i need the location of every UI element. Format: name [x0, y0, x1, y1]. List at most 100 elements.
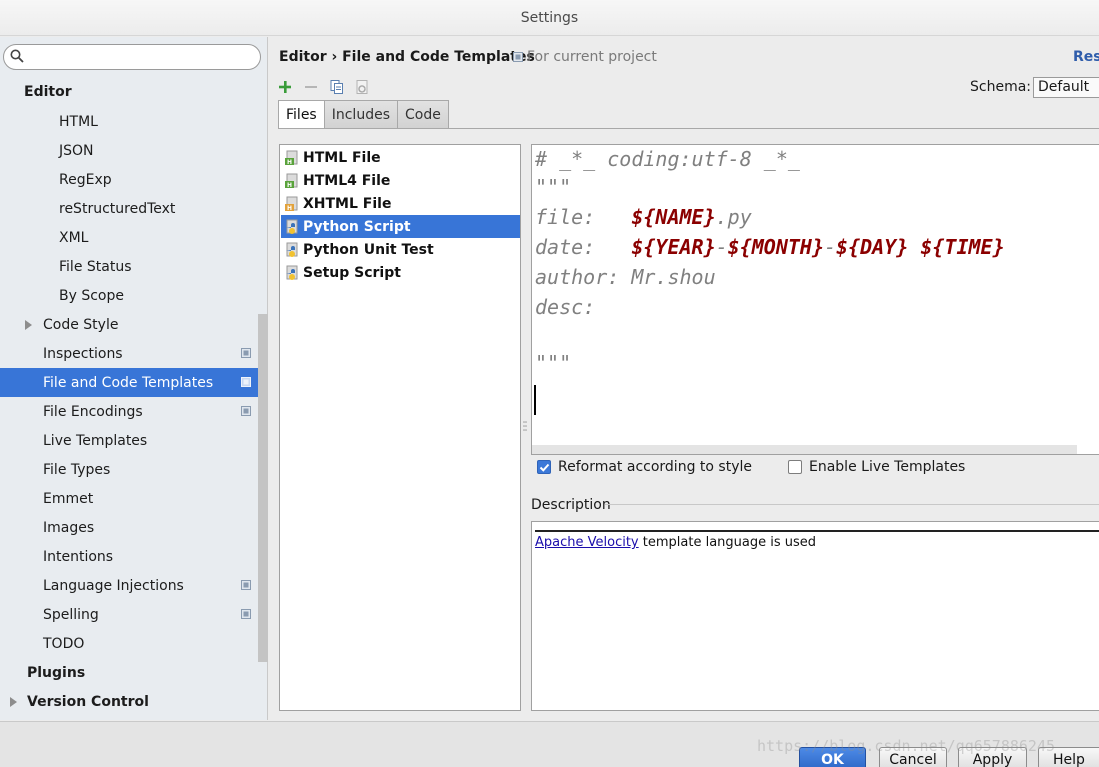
tree-item-file-status[interactable]: File Status — [0, 252, 268, 281]
template-item-setup-script[interactable]: Setup Script — [281, 261, 520, 284]
template-item-python-script[interactable]: Python Script — [281, 215, 520, 238]
live-templates-option[interactable]: Enable Live Templates — [788, 459, 965, 475]
scope-label: For current project — [527, 49, 657, 65]
project-scope-icon — [513, 52, 523, 62]
remove-template-button[interactable] — [301, 77, 321, 97]
tab-includes[interactable]: Includes — [323, 100, 398, 129]
code-text: - — [824, 235, 837, 259]
template-item-html4-file[interactable]: H HTML4 File — [281, 169, 520, 192]
tree-item-editor[interactable]: Editor — [0, 77, 268, 106]
tree-item-label: File Encodings — [43, 403, 143, 420]
tree-item-emmet[interactable]: Emmet — [0, 484, 268, 513]
tree-item-file-and-code-templates[interactable]: File and Code Templates — [0, 368, 268, 397]
python-file-icon — [286, 219, 298, 234]
code-line: file: ${NAME}.py — [535, 205, 752, 229]
search-icon — [10, 49, 24, 63]
tree-item-by-scope[interactable]: By Scope — [0, 281, 268, 310]
tree-item-language-injections[interactable]: Language Injections — [0, 571, 268, 600]
template-item-label: HTML File — [303, 149, 381, 166]
tree-item-images[interactable]: Images — [0, 513, 268, 542]
tree-item-spelling[interactable]: Spelling — [0, 600, 268, 629]
schema-select[interactable]: Default — [1033, 77, 1099, 98]
copy-template-button[interactable] — [327, 77, 347, 97]
live-templates-checkbox[interactable] — [788, 460, 802, 474]
reformat-option[interactable]: Reformat according to style — [537, 459, 752, 475]
svg-text:H: H — [287, 205, 292, 212]
scope-indicator: For current project — [513, 49, 657, 65]
project-scope-icon — [241, 609, 251, 619]
tree-item-json[interactable]: JSON — [0, 136, 268, 165]
tab-divider — [278, 128, 1099, 129]
templates-toolbar — [275, 77, 373, 97]
settings-sidebar: Editor HTML JSON RegExp reStructuredText… — [0, 37, 268, 720]
schema-label: Schema: — [970, 79, 1032, 95]
tree-item-label: Spelling — [43, 606, 99, 623]
template-item-html-file[interactable]: H HTML File — [281, 146, 520, 169]
reformat-label: Reformat according to style — [558, 459, 752, 475]
add-template-button[interactable] — [275, 77, 295, 97]
xhtml-file-icon: H — [285, 196, 298, 212]
tree-item-plugins[interactable]: Plugins — [0, 658, 268, 687]
template-list: H HTML File H HTML4 File H XHTML File Py… — [279, 144, 521, 711]
tree-item-inspections[interactable]: Inspections — [0, 339, 268, 368]
reformat-checkbox[interactable] — [537, 460, 551, 474]
tree-item-label: Intentions — [43, 548, 114, 565]
template-item-label: XHTML File — [303, 195, 392, 212]
tree-item-intentions[interactable]: Intentions — [0, 542, 268, 571]
tree-item-restructuredtext[interactable]: reStructuredText — [0, 194, 268, 223]
tree-item-label: By Scope — [59, 287, 124, 304]
tree-item-file-encodings[interactable]: File Encodings — [0, 397, 268, 426]
html-file-icon: H — [285, 150, 298, 166]
tree-item-label: Code Style — [43, 316, 119, 333]
tab-code[interactable]: Code — [397, 100, 449, 129]
schema-value: Default — [1038, 79, 1090, 95]
tree-item-live-templates[interactable]: Live Templates — [0, 426, 268, 455]
expand-arrow-icon[interactable] — [10, 697, 17, 707]
template-item-label: Setup Script — [303, 264, 401, 281]
editor-horizontal-scrollbar[interactable] — [532, 445, 1077, 454]
tree-item-html[interactable]: HTML — [0, 107, 268, 136]
apache-velocity-link[interactable]: Apache Velocity — [535, 535, 639, 550]
template-tabs: Files Includes Code — [278, 100, 449, 129]
tree-item-label: Plugins — [27, 664, 86, 681]
settings-search[interactable] — [3, 44, 261, 70]
description-text: Apache Velocity template language is use… — [535, 535, 816, 550]
expand-arrow-icon[interactable] — [25, 320, 32, 330]
tree-item-label: XML — [59, 229, 89, 246]
window-title: Settings — [520, 9, 579, 26]
tree-item-label: RegExp — [59, 171, 112, 188]
code-line: """ — [535, 175, 572, 199]
minus-icon — [305, 86, 317, 88]
project-scope-icon — [241, 406, 251, 416]
check-icon — [539, 463, 549, 472]
tree-item-xml[interactable]: XML — [0, 223, 268, 252]
tree-item-regexp[interactable]: RegExp — [0, 165, 268, 194]
tree-item-file-types[interactable]: File Types — [0, 455, 268, 484]
plus-icon — [279, 81, 291, 93]
project-scope-icon — [241, 348, 251, 358]
reset-link[interactable]: Res — [1073, 49, 1099, 65]
template-item-python-unit-test[interactable]: Python Unit Test — [281, 238, 520, 261]
description-rule — [535, 530, 1099, 532]
tree-item-todo[interactable]: TODO — [0, 629, 268, 658]
sidebar-scrollbar[interactable] — [258, 314, 268, 662]
code-variable: ${YEAR} — [631, 235, 716, 259]
description-label: Description — [531, 497, 611, 513]
project-scope-icon — [241, 377, 251, 387]
html-file-icon: H — [285, 173, 298, 189]
splitter-handle[interactable] — [523, 420, 527, 434]
copy-icon — [330, 80, 343, 94]
code-line: # _*_ coding:utf-8 _*_ — [535, 147, 800, 171]
python-file-icon — [286, 265, 298, 280]
code-line: desc: — [535, 295, 596, 319]
template-item-xhtml-file[interactable]: H XHTML File — [281, 192, 520, 215]
tree-item-code-style[interactable]: Code Style — [0, 310, 268, 339]
tree-item-label: Emmet — [43, 490, 94, 507]
template-code-editor[interactable]: # _*_ coding:utf-8 _*_ """ file: ${NAME}… — [531, 144, 1099, 455]
tab-files[interactable]: Files — [278, 100, 325, 129]
reset-template-button[interactable] — [353, 77, 373, 97]
search-input[interactable] — [28, 48, 254, 66]
tree-item-version-control[interactable]: Version Control — [0, 687, 268, 716]
tree-item-label: File and Code Templates — [43, 374, 214, 391]
